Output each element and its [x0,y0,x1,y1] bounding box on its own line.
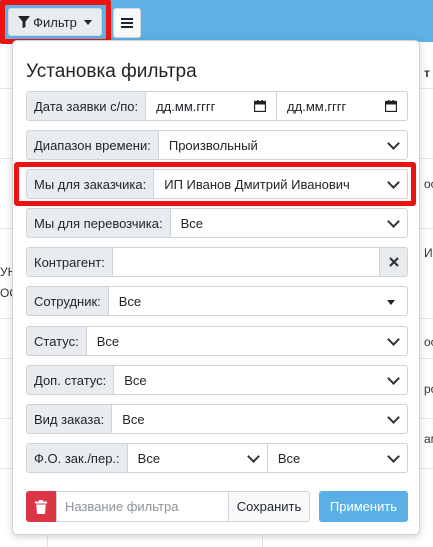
time-range-select[interactable]: Произвольный [157,130,408,160]
apply-filter-button[interactable]: Применить [319,491,408,522]
date-to-input[interactable]: дд.мм.гггг [277,91,408,121]
time-range-label: Диапазон времени: [26,130,158,160]
counterparty-row: Контрагент: [26,247,408,277]
table-header-fragment: т [424,66,430,80]
chevron-down-icon [387,215,400,228]
trash-icon [35,499,47,514]
order-type-select[interactable]: Все [111,404,408,434]
order-type-value: Все [122,411,145,427]
table-cell-fragment: ос [424,177,433,191]
save-filter-button[interactable]: Сохранить [229,491,310,522]
time-range-value: Произвольный [168,137,258,153]
hamburger-icon [121,18,133,28]
employee-value: Все [118,293,142,309]
chevron-down-icon [387,333,400,346]
menu-button[interactable] [113,8,141,38]
date-from-input[interactable]: дд.мм.гггг [145,91,278,121]
chevron-down-icon [387,411,400,424]
filter-actions: Название фильтра Сохранить Применить [26,491,408,522]
employee-label: Сотрудник: [26,286,108,316]
employee-select[interactable]: Все [107,286,408,316]
filter-panel: Установка фильтра Дата заявки с/по: дд.м… [12,40,420,535]
extra-status-row: Доп. статус: Все [26,365,408,395]
caret-down-icon [387,300,395,305]
chevron-down-icon [387,372,400,385]
fo-customer-value: Все [137,450,161,466]
filter-button-highlight [0,0,111,44]
carrier-row: Мы для перевозчика: Все [26,208,408,238]
status-row: Статус: Все [26,326,408,356]
chevron-down-icon [246,450,260,463]
filter-name-input[interactable]: Название фильтра [56,491,229,522]
date-from-placeholder: дд.мм.гггг [156,98,216,114]
carrier-label: Мы для перевозчика: [26,208,170,238]
table-cell-fragment: ос [424,335,433,349]
fo-row: Ф.О. зак./пер.: Все Все [26,443,408,473]
table-cell-fragment: Ин [424,246,433,260]
status-select[interactable]: Все [85,326,408,356]
delete-filter-button[interactable] [26,491,56,522]
filter-name-placeholder: Название фильтра [65,499,179,514]
fo-customer-select[interactable]: Все [126,443,268,473]
time-range-row: Диапазон времени: Произвольный [26,130,408,160]
extra-status-select[interactable]: Все [113,365,408,395]
carrier-value: Все [180,215,203,231]
counterparty-label: Контрагент: [26,247,112,277]
fo-carrier-select[interactable]: Все [267,443,408,473]
clear-counterparty-button[interactable] [380,247,408,277]
close-icon [388,257,399,267]
date-to-placeholder: дд.мм.гггг [287,98,347,114]
status-label: Статус: [26,326,86,356]
fo-carrier-value: Все [277,450,301,466]
table-cell-fragment: рос [424,382,433,396]
panel-title: Установка фильтра [26,61,197,82]
fo-label: Ф.О. зак./пер.: [26,443,127,473]
extra-status-label: Доп. статус: [26,365,114,395]
status-value: Все [96,333,120,349]
chevron-down-icon [387,450,400,463]
order-type-label: Вид заказа: [26,404,112,434]
table-cell-fragment: ам [424,432,433,446]
customer-row-highlight [14,162,416,206]
calendar-icon[interactable] [385,100,397,112]
date-row: Дата заявки с/по: дд.мм.гггг дд.мм.гггг [26,91,408,121]
date-label: Дата заявки с/по: [26,91,146,121]
employee-row: Сотрудник: Все [26,286,408,316]
counterparty-input[interactable] [111,247,380,277]
chevron-down-icon [387,137,400,150]
order-type-row: Вид заказа: Все [26,404,408,434]
carrier-select[interactable]: Все [169,208,408,238]
extra-status-value: Все [124,372,147,388]
calendar-icon[interactable] [254,100,267,112]
